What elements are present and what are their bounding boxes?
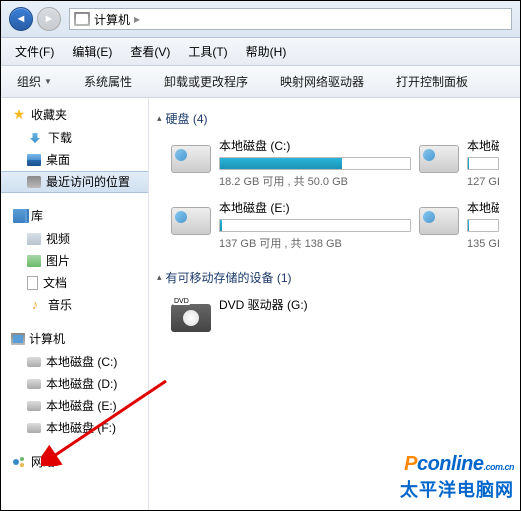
sidebar-favorites-header[interactable]: ★ 收藏夹 (1, 104, 148, 127)
videos-icon (27, 233, 41, 245)
drive-dvd[interactable]: DVD 驱动器 (G:) (171, 296, 411, 334)
sidebar-libraries-header[interactable]: 库 (1, 205, 148, 228)
menu-edit[interactable]: 编辑(E) (64, 41, 120, 62)
drive-icon (27, 423, 41, 433)
sidebar-computer-header[interactable]: 计算机 (1, 328, 148, 351)
recent-places-icon (27, 176, 41, 188)
collapse-icon: ▴ (157, 272, 162, 283)
menu-bar: 文件(F) 编辑(E) 查看(V) 工具(T) 帮助(H) (1, 38, 520, 66)
drive-icon (27, 357, 41, 367)
navigation-sidebar: ★ 收藏夹 下载 桌面 最近访问的位置 (1, 98, 149, 510)
sidebar-item-videos[interactable]: 视频 (1, 228, 148, 250)
collapse-icon: ▴ (157, 113, 162, 124)
network-icon (11, 454, 27, 470)
drive-icon (27, 401, 41, 411)
sidebar-item-downloads[interactable]: 下载 (1, 127, 148, 149)
drive-d[interactable]: 本地磁盘 (D:) 127 GB 可用 (419, 137, 499, 189)
desktop-icon (27, 154, 41, 166)
menu-file[interactable]: 文件(F) (7, 41, 62, 62)
hard-drive-icon (419, 145, 459, 173)
breadcrumb[interactable]: 计算机 ▸ (69, 8, 512, 30)
computer-icon (11, 333, 25, 345)
music-icon: ♪ (27, 297, 43, 313)
uninstall-programs-button[interactable]: 卸载或更改程序 (156, 70, 256, 93)
section-removable[interactable]: ▴ 有可移动存储的设备 (1) (157, 265, 520, 290)
section-hard-disks[interactable]: ▴ 硬盘 (4) (157, 106, 520, 131)
nav-forward-button[interactable]: ► (37, 7, 61, 31)
pictures-icon (27, 255, 41, 267)
hard-drive-icon (171, 145, 211, 173)
content-pane: ▴ 硬盘 (4) 本地磁盘 (C:) 18.2 GB 可用 , 共 50.0 G… (149, 98, 520, 510)
drive-icon (27, 379, 41, 389)
sidebar-item-recent[interactable]: 最近访问的位置 (1, 171, 148, 193)
sidebar-item-drive-f[interactable]: 本地磁盘 (F:) (1, 417, 148, 439)
address-bar: ◄ ► 计算机 ▸ (1, 1, 520, 38)
breadcrumb-item[interactable]: 计算机 (94, 11, 130, 28)
download-icon (27, 130, 43, 146)
documents-icon (27, 276, 38, 290)
system-properties-button[interactable]: 系统属性 (76, 70, 140, 93)
hard-drive-icon (419, 207, 459, 235)
usage-bar (467, 157, 499, 170)
sidebar-item-drive-d[interactable]: 本地磁盘 (D:) (1, 373, 148, 395)
menu-tools[interactable]: 工具(T) (180, 41, 235, 62)
drive-e[interactable]: 本地磁盘 (E:) 137 GB 可用 , 共 138 GB (171, 199, 411, 251)
drive-c[interactable]: 本地磁盘 (C:) 18.2 GB 可用 , 共 50.0 GB (171, 137, 411, 189)
toolbar: 组织 ▼ 系统属性 卸载或更改程序 映射网络驱动器 打开控制面板 (1, 66, 520, 98)
dvd-drive-icon (171, 304, 211, 332)
menu-view[interactable]: 查看(V) (122, 41, 178, 62)
chevron-right-icon[interactable]: ▸ (134, 12, 140, 26)
usage-bar (467, 219, 499, 232)
usage-bar (219, 219, 411, 232)
computer-icon (74, 12, 90, 26)
usage-bar (219, 157, 411, 170)
sidebar-item-drive-c[interactable]: 本地磁盘 (C:) (1, 351, 148, 373)
menu-help[interactable]: 帮助(H) (238, 41, 295, 62)
libraries-icon (11, 208, 27, 224)
star-icon: ★ (11, 107, 27, 123)
open-control-panel-button[interactable]: 打开控制面板 (388, 70, 476, 93)
drive-f[interactable]: 本地磁盘 (F:) 135 GB 可用 (419, 199, 499, 251)
chevron-down-icon: ▼ (44, 77, 52, 86)
sidebar-item-pictures[interactable]: 图片 (1, 250, 148, 272)
organize-button[interactable]: 组织 ▼ (9, 70, 60, 93)
nav-back-button[interactable]: ◄ (9, 7, 33, 31)
sidebar-item-documents[interactable]: 文档 (1, 272, 148, 294)
map-network-drive-button[interactable]: 映射网络驱动器 (272, 70, 372, 93)
sidebar-item-desktop[interactable]: 桌面 (1, 149, 148, 171)
sidebar-network-header[interactable]: 网络 (1, 451, 148, 474)
sidebar-item-drive-e[interactable]: 本地磁盘 (E:) (1, 395, 148, 417)
sidebar-item-music[interactable]: ♪ 音乐 (1, 294, 148, 316)
hard-drive-icon (171, 207, 211, 235)
